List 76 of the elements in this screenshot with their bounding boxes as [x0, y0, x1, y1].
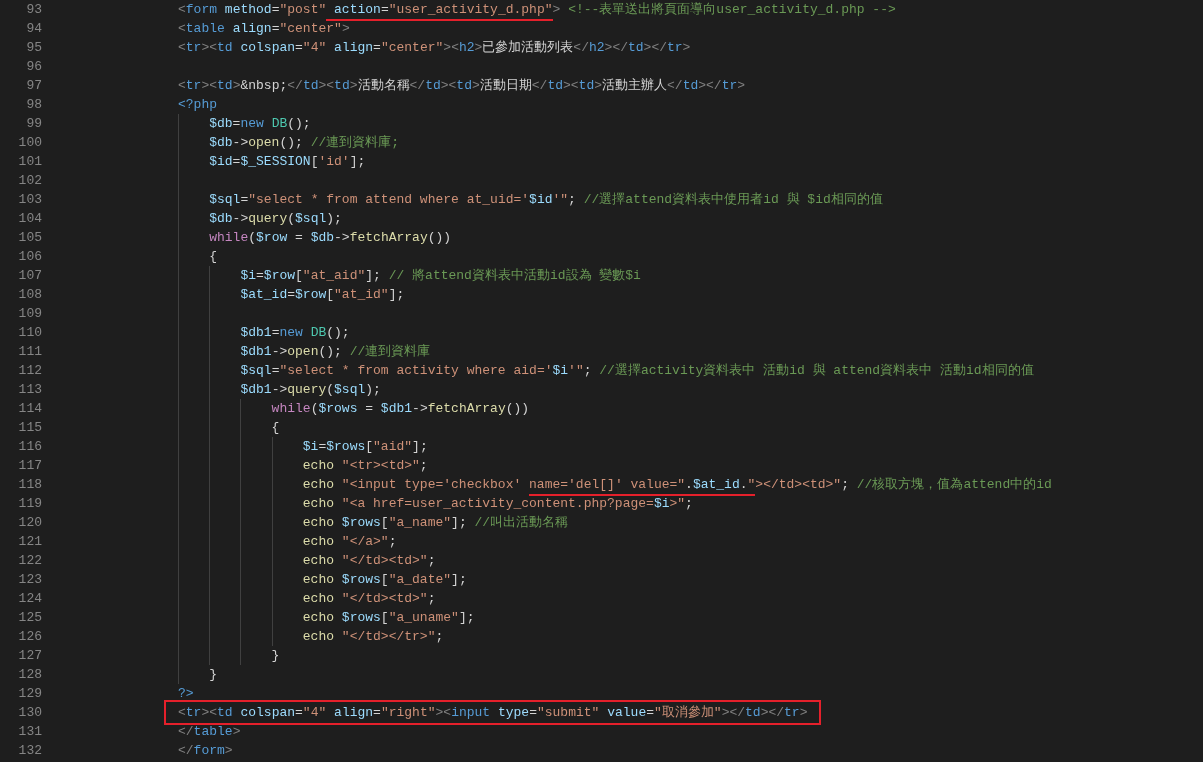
code-line: <?php: [178, 96, 217, 114]
line-number: 93: [25, 1, 42, 19]
line-number: 131: [17, 723, 42, 741]
line-number: 128: [17, 666, 42, 684]
code-line: $sql="select * from attend where at_uid='$id'"; //選擇attend資料表中使用者id 與 $id相同的值: [209, 191, 883, 209]
code-line: $at_id=$row["at_id"];: [240, 286, 405, 304]
code-line: echo "<a href=user_activity_content.php?page=$i>";: [302, 495, 693, 513]
line-number: 103: [17, 191, 42, 209]
code-line: $db->open(); //連到資料庫;: [209, 134, 400, 152]
line-number: 107: [17, 267, 42, 285]
line-number: 120: [17, 514, 42, 532]
code-line: echo "</td></tr>";: [302, 628, 444, 646]
line-number: 109: [17, 305, 42, 323]
line-number: 118: [17, 476, 42, 494]
code-line: </table>: [178, 723, 241, 741]
code-line: $db1=new DB();: [240, 324, 350, 342]
line-number: 124: [17, 590, 42, 608]
code-line: $db=new DB();: [209, 115, 311, 133]
code-line: $id=$_SESSION['id'];: [209, 153, 366, 171]
code-line: $i=$rows["aid"];: [302, 438, 428, 456]
code-line: echo "</td><td>";: [302, 552, 436, 570]
code-line: echo "<input type='checkbox' name='del[]' value=".$at_id."></td><td>"; //核取方塊，值為attend中的id: [302, 475, 1052, 494]
line-number: 102: [17, 172, 42, 190]
code-line: echo $rows["a_date"];: [302, 571, 467, 589]
line-number: 132: [17, 742, 42, 760]
line-number: 114: [17, 400, 42, 418]
line-number: 105: [17, 229, 42, 247]
line-number: 113: [17, 381, 42, 399]
line-number: 117: [17, 457, 42, 475]
code-line: </form>: [178, 742, 233, 760]
code-line: echo $rows["a_name"]; //叫出活動名稱: [302, 514, 569, 532]
line-number: 122: [17, 552, 42, 570]
code-line: }: [209, 666, 217, 684]
line-number: 112: [17, 362, 42, 380]
line-number: 100: [17, 134, 42, 152]
code-line: echo $rows["a_uname"];: [302, 609, 475, 627]
code-line: $db->query($sql);: [209, 210, 342, 228]
line-number: 127: [17, 647, 42, 665]
line-number: 96: [25, 58, 42, 76]
line-number: 121: [17, 533, 42, 551]
line-number: 115: [17, 419, 42, 437]
line-number: 95: [25, 39, 42, 57]
code-line: while($rows = $db1->fetchArray()): [271, 400, 530, 418]
code-line: <tr><td colspan="4" align="center"><h2>已參加活動列表</h2></td></tr>: [178, 39, 691, 57]
line-number: 116: [17, 438, 42, 456]
code-line: ?>: [178, 685, 194, 703]
code-line: while($row = $db->fetchArray()): [209, 229, 452, 247]
line-number: 94: [25, 20, 42, 38]
line-number: 129: [17, 685, 42, 703]
code-line: <tr><td>&nbsp;</td><td>活動名稱</td><td>活動日期</td><td>活動主辦人</td></tr>: [178, 77, 746, 95]
code-line: echo "</a>";: [302, 533, 397, 551]
line-number: 104: [17, 210, 42, 228]
line-number: 111: [17, 343, 42, 361]
line-number: 97: [25, 77, 42, 95]
code-line: $db1->open(); //連到資料庫: [240, 343, 431, 361]
line-number: 123: [17, 571, 42, 589]
code-line: $sql="select * from activity where aid='$i'"; //選擇activity資料表中 活動id 與 attend資料表中 活動id相同的值: [240, 362, 1034, 380]
code-line: echo "<tr><td>";: [302, 457, 428, 475]
code-line: }: [271, 647, 280, 665]
line-number: 108: [17, 286, 42, 304]
line-number: 110: [17, 324, 42, 342]
code-line: $i=$row["at_aid"]; // 將attend資料表中活動id設為 變數$i: [240, 267, 641, 285]
code-line: echo "</td><td>";: [302, 590, 436, 608]
code-line: <form method="post" action="user_activity_d.php"> <!--表單送出將頁面導向user_activity_d.php -->: [178, 0, 896, 19]
line-number: 98: [25, 96, 42, 114]
line-number: 101: [17, 153, 42, 171]
line-number: 126: [17, 628, 42, 646]
line-number: 130: [17, 704, 42, 722]
line-number: 119: [17, 495, 42, 513]
code-line: {: [209, 248, 217, 266]
line-number: 106: [17, 248, 42, 266]
line-number: 125: [17, 609, 42, 627]
code-line: <table align="center">: [178, 20, 350, 38]
code-line: {: [271, 419, 280, 437]
code-line: $db1->query($sql);: [240, 381, 381, 399]
line-number: 99: [25, 115, 42, 133]
